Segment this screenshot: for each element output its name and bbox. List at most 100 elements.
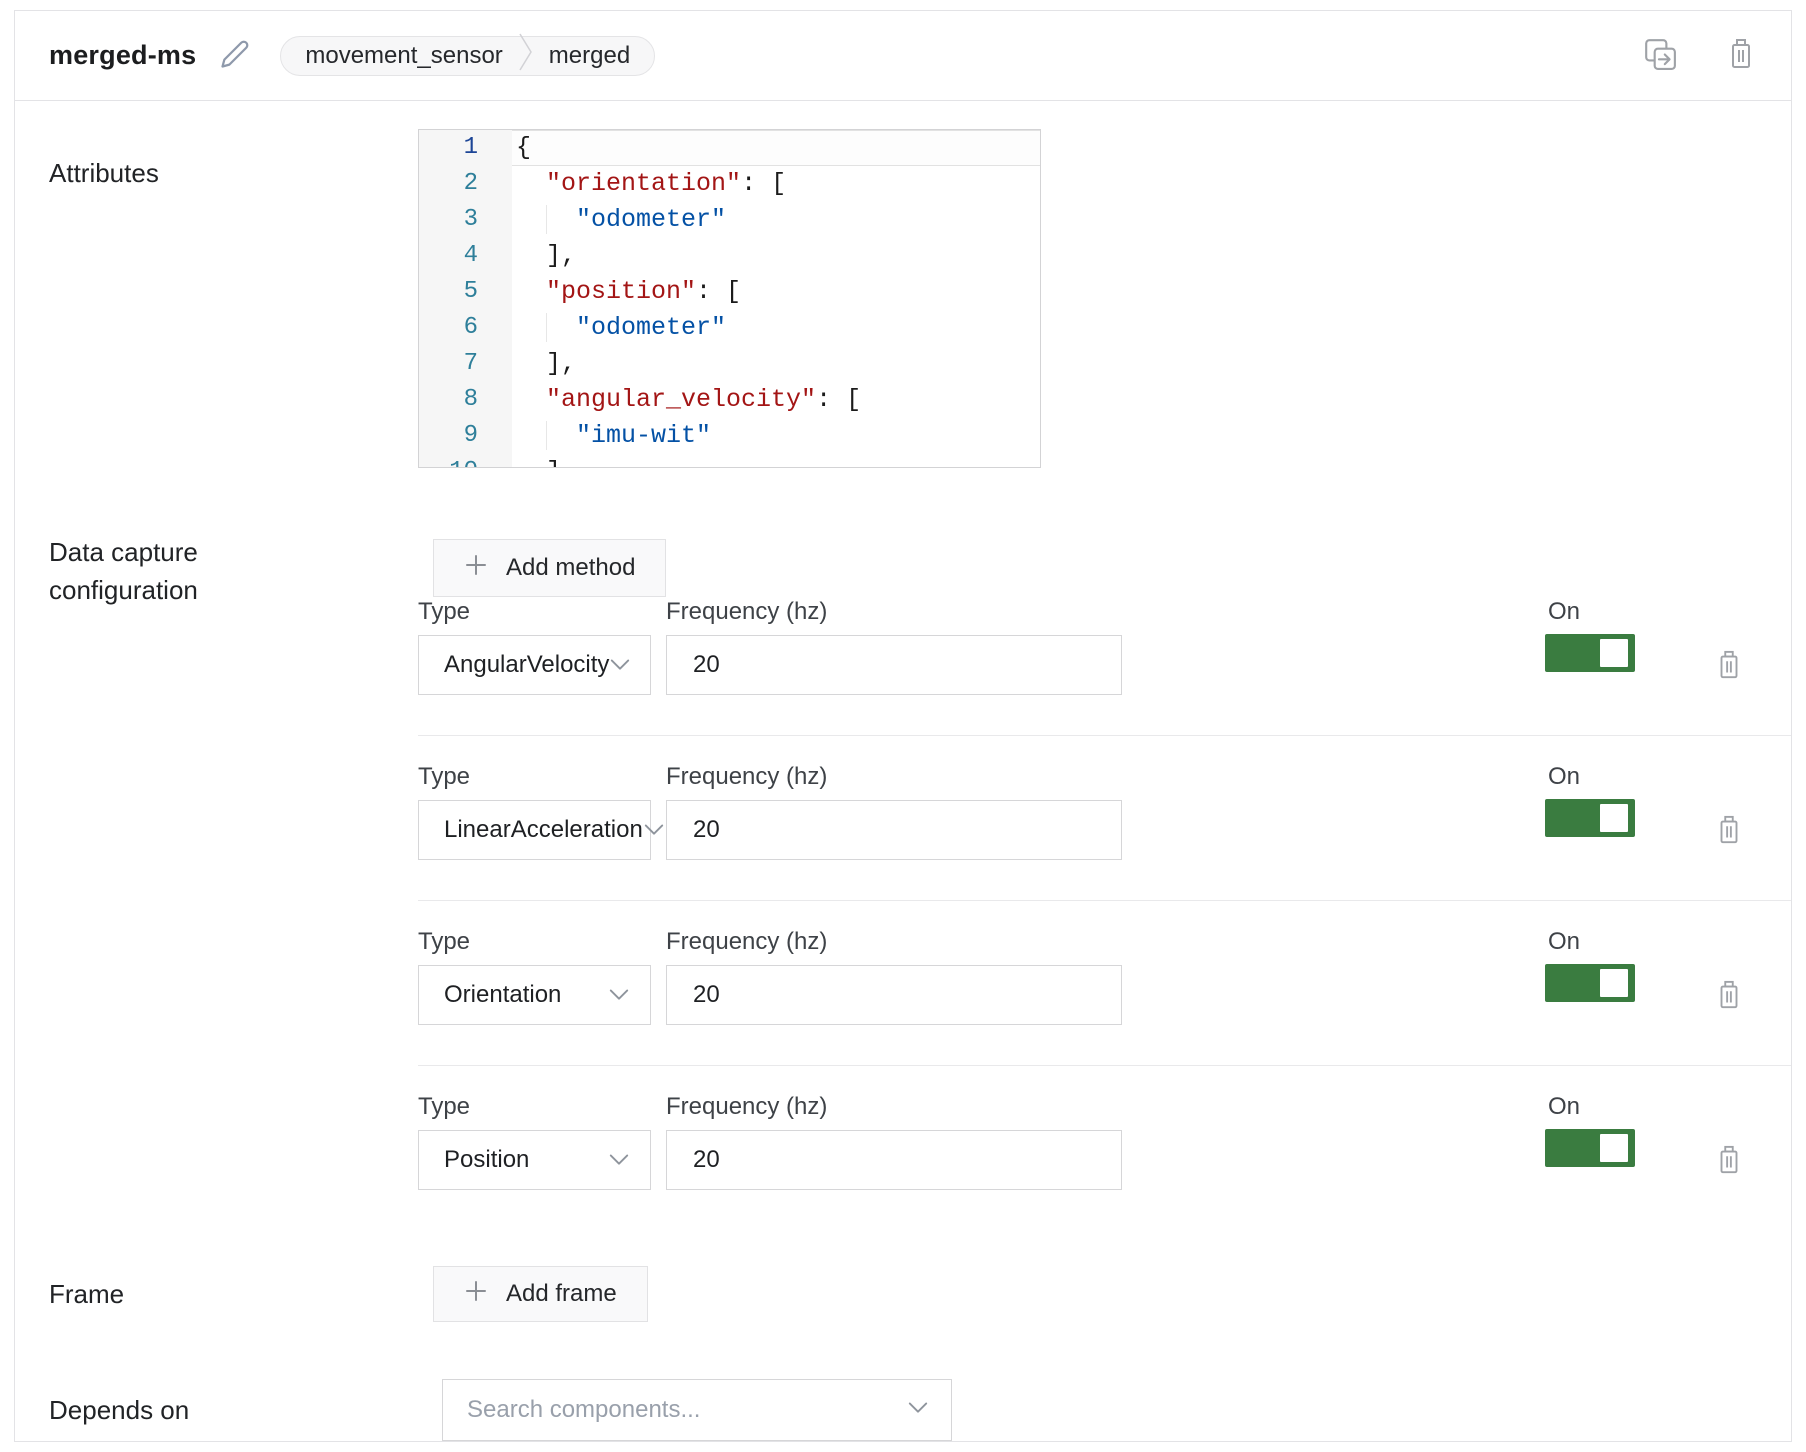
trash-icon xyxy=(1714,979,1744,1014)
line-number: 10 xyxy=(419,454,512,468)
depends-on-label: Depends on xyxy=(49,1395,418,1426)
code-content: "angular_velocity": [ xyxy=(512,382,1040,418)
code-line: 1 { xyxy=(419,130,1040,166)
method-frequency-value: 20 xyxy=(693,816,720,844)
trash-icon xyxy=(1725,37,1757,74)
method-type-label: Type xyxy=(418,597,651,627)
code-line: 5 "position": [ xyxy=(419,274,1040,310)
line-number: 8 xyxy=(419,382,512,418)
line-number: 9 xyxy=(419,418,512,454)
line-number: 2 xyxy=(419,166,512,202)
attributes-code-editor[interactable]: 1 { 2 "orientation": [ 3 "odometer" xyxy=(418,129,1041,468)
method-enabled-toggle[interactable] xyxy=(1545,1129,1635,1167)
depends-on-section: Depends on Search components... xyxy=(49,1379,1791,1441)
toggle-knob xyxy=(1600,804,1628,832)
capture-method-row: Type Orientation Freq xyxy=(418,927,1791,1066)
duplicate-icon xyxy=(1643,37,1677,74)
duplicate-component-button[interactable] xyxy=(1643,37,1677,74)
method-frequency-input[interactable]: 20 xyxy=(666,1130,1122,1190)
code-line: 7 ], xyxy=(419,346,1040,382)
method-type-label: Type xyxy=(418,762,651,792)
component-card: merged-ms movement_sensor merged xyxy=(14,10,1792,1442)
code-line: 10 ] xyxy=(419,454,1040,468)
toggle-knob xyxy=(1600,1134,1628,1162)
code-content: "position": [ xyxy=(512,274,1040,310)
toggle-knob xyxy=(1600,639,1628,667)
method-frequency-input[interactable]: 20 xyxy=(666,800,1122,860)
plus-icon xyxy=(464,1279,488,1310)
method-type-select[interactable]: AngularVelocity xyxy=(418,635,651,695)
attributes-row: Attributes 1 { 2 "orientation": [ 3 xyxy=(49,129,1791,468)
component-title: merged-ms xyxy=(49,40,196,71)
code-line: 3 "odometer" xyxy=(419,202,1040,238)
chevron-down-icon xyxy=(608,1146,630,1174)
code-content: "odometer" xyxy=(512,202,1040,238)
method-on-label: On xyxy=(1548,1092,1635,1122)
line-number: 3 xyxy=(419,202,512,238)
capture-method-row: Type LinearAcceleration xyxy=(418,762,1791,901)
delete-method-button[interactable] xyxy=(1714,649,1744,684)
code-line: 8 "angular_velocity": [ xyxy=(419,382,1040,418)
delete-method-button[interactable] xyxy=(1714,1144,1744,1179)
code-line: 6 "odometer" xyxy=(419,310,1040,346)
method-type-select[interactable]: LinearAcceleration xyxy=(418,800,651,860)
method-type-label: Type xyxy=(418,927,651,957)
method-on-label: On xyxy=(1548,762,1635,792)
delete-method-button[interactable] xyxy=(1714,979,1744,1014)
chevron-down-icon xyxy=(907,1401,929,1420)
code-content: "odometer" xyxy=(512,310,1040,346)
breadcrumb-separator-icon xyxy=(519,32,533,79)
trash-icon xyxy=(1714,814,1744,849)
breadcrumb-model-label: merged xyxy=(549,42,630,70)
breadcrumb-api-label: movement_sensor xyxy=(305,42,502,70)
method-frequency-label: Frequency (hz) xyxy=(666,762,1122,792)
pencil-icon xyxy=(220,39,250,72)
method-enabled-toggle[interactable] xyxy=(1545,799,1635,837)
method-type-select[interactable]: Position xyxy=(418,1130,651,1190)
attributes-label: Attributes xyxy=(49,129,418,468)
method-type-value: Position xyxy=(444,1146,529,1174)
frame-section: Frame Add frame xyxy=(49,1266,1791,1322)
toggle-knob xyxy=(1600,969,1628,997)
method-on-label: On xyxy=(1548,597,1635,627)
method-frequency-label: Frequency (hz) xyxy=(666,1092,1122,1122)
add-method-button[interactable]: Add method xyxy=(433,539,666,597)
header-actions xyxy=(1643,37,1757,74)
method-frequency-input[interactable]: 20 xyxy=(666,635,1122,695)
method-type-value: AngularVelocity xyxy=(444,651,609,679)
capture-method-row: Type Position Frequen xyxy=(418,1092,1791,1231)
method-type-label: Type xyxy=(418,1092,651,1122)
add-frame-label: Add frame xyxy=(506,1280,617,1308)
code-content: ], xyxy=(512,346,1040,382)
method-enabled-toggle[interactable] xyxy=(1545,634,1635,672)
method-on-label: On xyxy=(1548,927,1635,957)
method-frequency-input[interactable]: 20 xyxy=(666,965,1122,1025)
method-frequency-label: Frequency (hz) xyxy=(666,597,1122,627)
method-frequency-value: 20 xyxy=(693,651,720,679)
data-capture-label: Data capture configuration xyxy=(49,533,284,609)
method-frequency-value: 20 xyxy=(693,1146,720,1174)
depends-on-select[interactable]: Search components... xyxy=(442,1379,952,1441)
data-capture-section: Data capture configuration Add method Ty… xyxy=(49,505,1791,1231)
delete-component-button[interactable] xyxy=(1725,37,1757,74)
method-type-select[interactable]: Orientation xyxy=(418,965,651,1025)
method-type-value: Orientation xyxy=(444,981,561,1009)
frame-label: Frame xyxy=(49,1279,418,1310)
code-content: "imu-wit" xyxy=(512,418,1040,454)
line-number: 7 xyxy=(419,346,512,382)
add-frame-button[interactable]: Add frame xyxy=(433,1266,648,1322)
edit-name-button[interactable] xyxy=(220,39,250,72)
delete-method-button[interactable] xyxy=(1714,814,1744,849)
code-line: 9 "imu-wit" xyxy=(419,418,1040,454)
component-body: Attributes 1 { 2 "orientation": [ 3 xyxy=(15,101,1791,1441)
code-line: 4 ], xyxy=(419,238,1040,274)
chevron-down-icon xyxy=(608,981,630,1009)
depends-on-placeholder: Search components... xyxy=(467,1396,700,1424)
line-number: 6 xyxy=(419,310,512,346)
trash-icon xyxy=(1714,649,1744,684)
code-content: ] xyxy=(512,454,1040,468)
method-enabled-toggle[interactable] xyxy=(1545,964,1635,1002)
plus-icon xyxy=(464,553,488,584)
trash-icon xyxy=(1714,1144,1744,1179)
line-number: 4 xyxy=(419,238,512,274)
